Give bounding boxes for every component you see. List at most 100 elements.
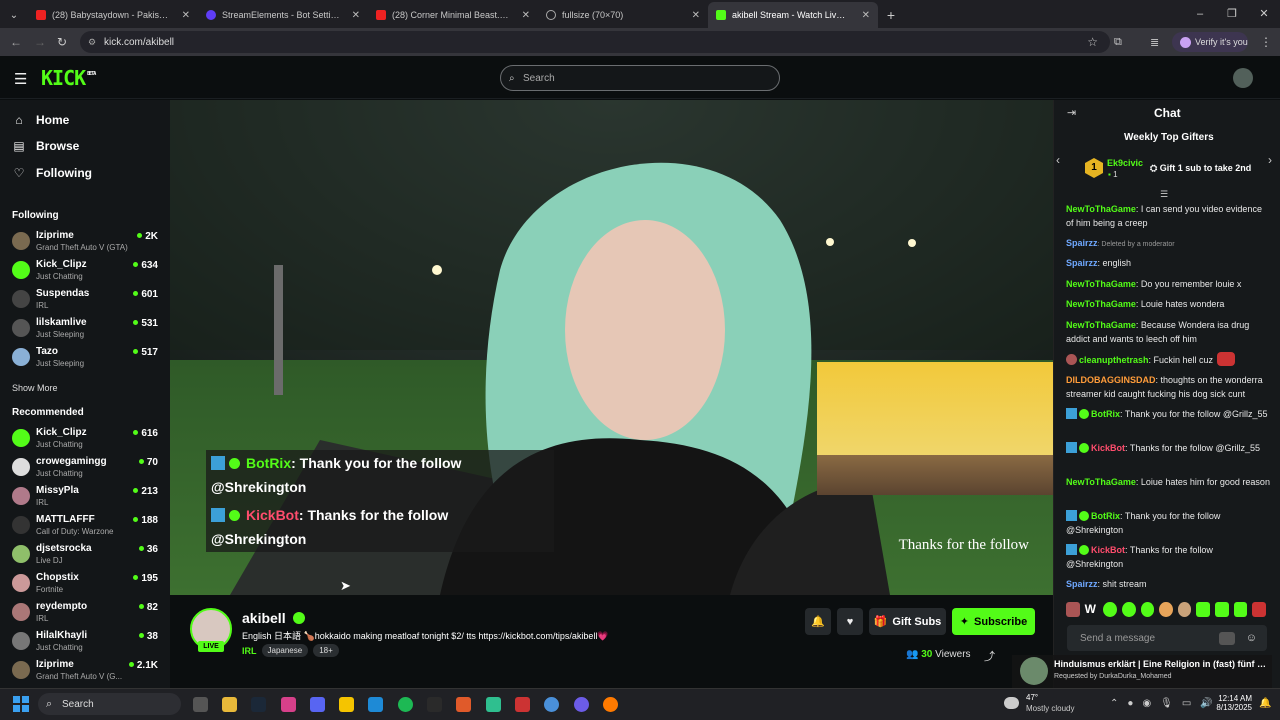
emote-icon[interactable]: [1066, 602, 1080, 617]
instagram-icon[interactable]: [281, 697, 296, 712]
emote-icon[interactable]: [1140, 602, 1155, 617]
tag-chip[interactable]: Japanese: [261, 644, 309, 657]
emote-icon[interactable]: [1103, 602, 1117, 617]
forward-icon[interactable]: →: [34, 35, 46, 49]
emote-icon[interactable]: [1159, 602, 1173, 617]
tray-app-icon[interactable]: ◉: [1142, 698, 1151, 709]
channel-item[interactable]: Kick_Clipz Just Chatting 634: [12, 259, 162, 287]
user-avatar[interactable]: [1233, 68, 1253, 88]
gift-prompt[interactable]: ⛭ Gift 1 sub to take 2nd: [1150, 163, 1251, 174]
scroll-handle-icon[interactable]: ☰: [1160, 189, 1168, 200]
weather-widget[interactable]: 47° Mostly cloudy: [1004, 693, 1084, 717]
channel-item[interactable]: MATTLAFFF Call of Duty: Warzone 188: [12, 514, 162, 542]
search-input[interactable]: ⌕ Search: [500, 65, 780, 91]
channel-item[interactable]: Iziprime Grand Theft Auto V (GTA) 2K: [12, 230, 162, 258]
channel-item[interactable]: Tazo Just Sleeping 517: [12, 346, 162, 374]
app-icon[interactable]: [515, 697, 530, 712]
profile-button[interactable]: Verify it's you: [1172, 32, 1248, 52]
spotify-icon[interactable]: [398, 697, 413, 712]
collapse-chat-icon[interactable]: ⇥: [1067, 106, 1076, 119]
emote-icon[interactable]: [1233, 602, 1248, 617]
chat-input[interactable]: Send a message ☺: [1067, 625, 1267, 651]
close-icon[interactable]: ✕: [692, 10, 700, 21]
streamer-name[interactable]: akibell: [242, 610, 306, 626]
terminal-icon[interactable]: [427, 697, 442, 712]
hamburger-menu-icon[interactable]: ☰: [14, 70, 27, 88]
emote-icon[interactable]: [1177, 602, 1192, 617]
url-input[interactable]: ⚙ kick.com/akibell ☆: [80, 31, 1110, 53]
network-icon[interactable]: ▭: [1182, 698, 1191, 709]
windows-start-icon[interactable]: [13, 696, 29, 712]
channel-item[interactable]: reydempto IRL 82: [12, 601, 162, 629]
close-icon[interactable]: ✕: [862, 10, 870, 21]
site-info-icon[interactable]: ⚙: [88, 37, 96, 48]
emoji-icon[interactable]: ☺: [1246, 632, 1257, 644]
microphone-icon[interactable]: 🎙: [1160, 698, 1173, 709]
channel-item[interactable]: djsetsrocka Live DJ 36: [12, 543, 162, 571]
sticky-notes-icon[interactable]: [339, 697, 354, 712]
channel-item[interactable]: Chopstix Fortnite 195: [12, 572, 162, 600]
share-icon[interactable]: ⤴: [984, 648, 995, 664]
close-icon[interactable]: ✕: [182, 10, 190, 21]
app-icon[interactable]: [486, 697, 501, 712]
channel-item[interactable]: crowegamingg Just Chatting 70: [12, 456, 162, 484]
tray-app-icon[interactable]: ●: [1127, 698, 1133, 709]
volume-icon[interactable]: 🔊: [1200, 698, 1212, 709]
file-explorer-icon[interactable]: [222, 697, 237, 712]
extensions-icon[interactable]: ⧉: [1114, 36, 1122, 49]
app-icon[interactable]: [574, 697, 589, 712]
tab-search-icon[interactable]: ⌄: [0, 2, 28, 28]
nav-following[interactable]: ♡ Following: [12, 166, 92, 180]
task-view-icon[interactable]: [193, 697, 208, 712]
close-icon[interactable]: ✕: [352, 10, 360, 21]
taskbar-search[interactable]: ⌕ Search: [38, 693, 181, 715]
app-icon[interactable]: [456, 697, 471, 712]
top-gifter-name[interactable]: Ek9civic: [1107, 158, 1143, 168]
reload-icon[interactable]: ↻: [57, 35, 67, 49]
channel-item[interactable]: lilskamlive Just Sleeping 531: [12, 317, 162, 345]
minimize-icon[interactable]: –: [1184, 0, 1216, 28]
steam-icon[interactable]: [251, 697, 266, 712]
channel-item[interactable]: Suspendas IRL 601: [12, 288, 162, 316]
close-icon[interactable]: ✕: [522, 10, 530, 21]
kick-logo[interactable]: KICK BETA: [41, 66, 96, 90]
emote-icon[interactable]: W: [1085, 602, 1099, 617]
emote-icon[interactable]: [1196, 602, 1211, 617]
chrome-icon[interactable]: [544, 697, 559, 712]
discord-icon[interactable]: [310, 697, 325, 712]
notification-bell-icon[interactable]: 🔔: [1259, 698, 1271, 709]
chevron-right-icon[interactable]: ›: [1268, 153, 1272, 167]
close-window-icon[interactable]: ✕: [1248, 0, 1280, 28]
nav-home[interactable]: ⌂ Home: [12, 113, 69, 127]
browser-tab[interactable]: fullsize (70×70) ✕: [538, 2, 708, 28]
show-more-link[interactable]: Show More: [12, 383, 58, 393]
channel-item[interactable]: MissyPla IRL 213: [12, 485, 162, 513]
browser-tab[interactable]: (28) Corner Minimal Beast. (Vol ✕: [368, 2, 538, 28]
browser-tab-active[interactable]: akibell Stream - Watch Live on ✕: [708, 2, 878, 28]
clock[interactable]: 12:14 AM 8/13/2025: [1212, 694, 1252, 712]
channel-item[interactable]: Iziprime Grand Theft Auto V (G... 2.1K: [12, 659, 162, 687]
nav-browse[interactable]: ▤ Browse: [12, 139, 79, 153]
tag-chip[interactable]: 18+: [313, 644, 339, 657]
notifications-button[interactable]: 🔔: [805, 608, 831, 635]
bookmark-star-icon[interactable]: ☆: [1087, 35, 1098, 49]
restore-icon[interactable]: ❐: [1216, 0, 1248, 28]
kebab-menu-icon[interactable]: ⋮: [1260, 35, 1272, 49]
emote-icon[interactable]: [1252, 602, 1267, 617]
gift-subs-button[interactable]: 🎁 Gift Subs: [869, 608, 946, 635]
chevron-up-icon[interactable]: ⌃: [1110, 698, 1118, 709]
category-link[interactable]: IRL: [242, 646, 257, 656]
channel-item[interactable]: Kick_Clipz Just Chatting 616: [12, 427, 162, 455]
firefox-icon[interactable]: [603, 697, 618, 712]
back-icon[interactable]: ←: [10, 35, 22, 49]
edge-icon[interactable]: [368, 697, 383, 712]
browser-tab[interactable]: (28) Babystaydown - Pakistan (✕: [28, 2, 198, 28]
kickbot-icon[interactable]: [1219, 631, 1235, 645]
media-icon[interactable]: ≣: [1150, 36, 1159, 49]
emote-icon[interactable]: [1215, 602, 1229, 617]
new-tab-icon[interactable]: +: [878, 2, 904, 28]
chevron-left-icon[interactable]: ‹: [1056, 153, 1060, 167]
subscribe-button[interactable]: ✦ Subscribe: [952, 608, 1035, 635]
browser-tab[interactable]: StreamElements - Bot Settings ✕: [198, 2, 368, 28]
emote-icon[interactable]: [1121, 602, 1136, 617]
